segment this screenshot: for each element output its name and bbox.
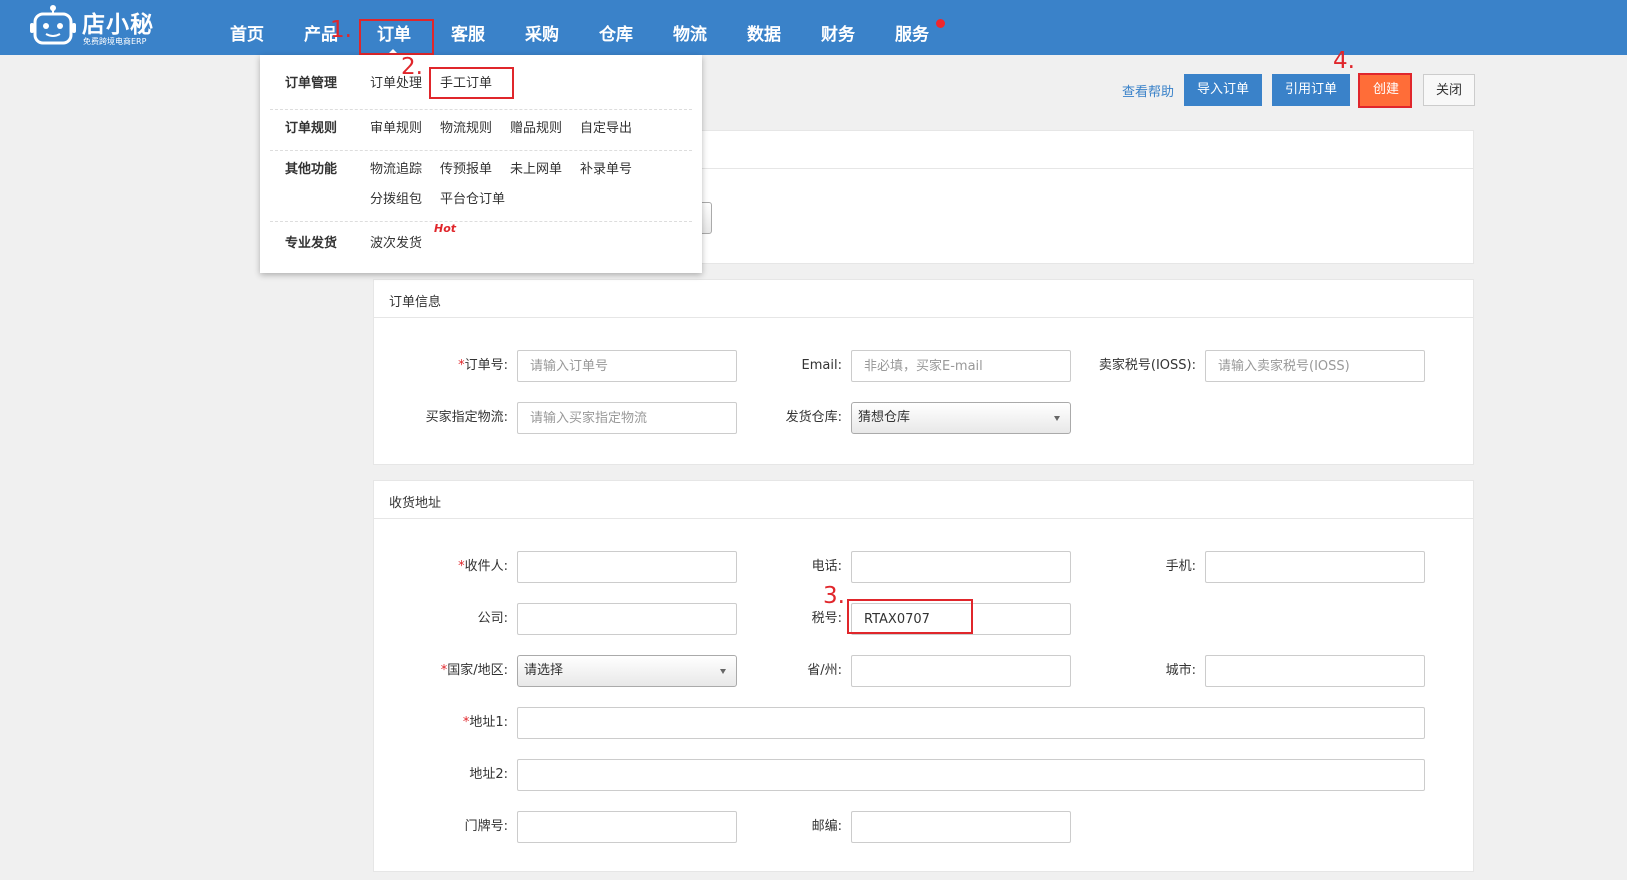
quote-order-button[interactable]: 引用订单	[1272, 74, 1350, 106]
close-button[interactable]: 关闭	[1423, 74, 1475, 106]
dropdown-link-gift-rules[interactable]: 赠品规则	[510, 117, 562, 136]
nav-customer-service[interactable]: 客服	[450, 0, 486, 55]
import-order-button[interactable]: 导入订单	[1184, 74, 1262, 106]
country-label-text: 国家/地区:	[447, 663, 508, 678]
house-number-label: 门牌号:	[464, 819, 508, 834]
ioss-input[interactable]	[1205, 350, 1425, 382]
recipient-input[interactable]	[517, 551, 737, 583]
dropdown-link-pre-report[interactable]: 传预报单	[440, 158, 492, 177]
address1-label-text: 地址1:	[469, 715, 508, 730]
address1-label: *地址1:	[374, 707, 508, 739]
nav-data[interactable]: 数据	[746, 0, 782, 55]
top-nav-bar: 店小秘 免费跨境电商ERP 首页 产品 订单 客服 采购 仓库 物流 数据 财务…	[0, 0, 1627, 55]
dropdown-arrow-icon	[1054, 416, 1060, 421]
order-number-label: *订单号:	[374, 350, 508, 382]
dropdown-link-custom-export[interactable]: 自定导出	[580, 117, 632, 136]
dropdown-group-pro-shipping: 专业发货 波次发货 Hot	[270, 222, 692, 262]
dropdown-divider	[270, 109, 692, 110]
order-number-input[interactable]	[517, 350, 737, 382]
dropdown-group-label: 订单管理	[285, 76, 338, 91]
mobile-label: 手机:	[1165, 559, 1196, 574]
annotation-number-3: 3.	[823, 583, 845, 609]
nav-home[interactable]: 首页	[229, 0, 265, 55]
phone-label: 电话:	[811, 559, 842, 574]
phone-input[interactable]	[851, 551, 1071, 583]
country-label: *国家/地区:	[374, 655, 508, 687]
annotation-box-orders	[359, 19, 434, 55]
buyer-logistics-label: 买家指定物流:	[425, 410, 508, 425]
order-info-panel: 订单信息 *订单号: Email: 卖家税号(IOSS): 买家指定物流: 发货…	[373, 279, 1474, 465]
house-number-input[interactable]	[517, 811, 737, 843]
dropdown-link-wave-shipping[interactable]: 波次发货	[370, 232, 422, 251]
dropdown-group-order-rules: 订单规则 审单规则 物流规则 赠品规则 自定导出	[270, 117, 692, 147]
panel-header: 订单信息	[374, 280, 1473, 318]
address2-input[interactable]	[517, 759, 1425, 791]
address1-input[interactable]	[517, 707, 1425, 739]
city-input[interactable]	[1205, 655, 1425, 687]
dropdown-link-review-rules[interactable]: 审单规则	[370, 117, 422, 136]
annotation-number-1: 1.	[330, 17, 352, 43]
hot-badge: Hot	[434, 222, 457, 235]
dropdown-group-label: 订单规则	[285, 121, 338, 136]
warehouse-select-value: 猜想仓库	[858, 410, 911, 425]
address2-label: 地址2:	[469, 767, 508, 782]
mobile-input[interactable]	[1205, 551, 1425, 583]
email-input[interactable]	[851, 350, 1071, 382]
notification-dot	[936, 19, 945, 28]
dropdown-arrow-icon	[720, 669, 726, 674]
buyer-logistics-input[interactable]	[517, 402, 737, 434]
annotation-box-tax-number	[847, 599, 973, 634]
brand-name: 店小秘	[82, 12, 154, 38]
dropdown-link-logistics-rules[interactable]: 物流规则	[440, 117, 492, 136]
help-link[interactable]: 查看帮助	[1122, 81, 1174, 100]
panel-header: 收货地址	[374, 481, 1473, 519]
nav-warehouse[interactable]: 仓库	[598, 0, 634, 55]
dropdown-link-tracking[interactable]: 物流追踪	[370, 158, 422, 177]
dropdown-divider	[270, 221, 692, 222]
annotation-box-manual-order	[429, 67, 514, 99]
warehouse-select[interactable]: 猜想仓库	[851, 402, 1071, 434]
nav-purchasing[interactable]: 采购	[524, 0, 560, 55]
dropdown-group-other-functions: 其他功能 物流追踪 传预报单 未上网单 补录单号 分拨组包 平台仓订单	[270, 158, 692, 218]
company-input[interactable]	[517, 603, 737, 635]
email-label: Email:	[801, 358, 842, 373]
province-input[interactable]	[851, 655, 1071, 687]
order-number-label-text: 订单号:	[464, 358, 508, 373]
province-label: 省/州:	[807, 663, 842, 678]
shipping-address-panel: 收货地址 *收件人: 电话: 手机: 公司: 税号: *国家/地区: 请选择 省…	[373, 480, 1474, 872]
annotation-number-2: 2.	[401, 54, 423, 80]
dropdown-link-supplement-number[interactable]: 补录单号	[580, 158, 632, 177]
postcode-input[interactable]	[851, 811, 1071, 843]
company-label: 公司:	[477, 611, 508, 626]
dropdown-group-label: 其他功能	[285, 162, 338, 177]
dropdown-divider	[270, 150, 692, 151]
warehouse-label: 发货仓库:	[785, 410, 842, 425]
country-select[interactable]: 请选择	[517, 655, 737, 687]
ioss-label: 卖家税号(IOSS):	[1098, 358, 1196, 373]
postcode-label: 邮编:	[811, 819, 842, 834]
country-select-value: 请选择	[524, 663, 564, 678]
shipping-address-title: 收货地址	[389, 496, 442, 511]
dropdown-link-not-online[interactable]: 未上网单	[510, 158, 562, 177]
order-info-title: 订单信息	[389, 295, 442, 310]
brand-tagline: 免费跨境电商ERP	[83, 37, 147, 46]
dropdown-group-label: 专业发货	[285, 236, 338, 251]
city-label: 城市:	[1165, 663, 1196, 678]
nav-logistics[interactable]: 物流	[672, 0, 708, 55]
dropdown-link-allocation-packing[interactable]: 分拨组包	[370, 188, 422, 207]
annotation-number-4: 4.	[1333, 48, 1355, 74]
robot-logo-icon	[30, 5, 76, 45]
recipient-label-text: 收件人:	[464, 559, 508, 574]
nav-services[interactable]: 服务	[894, 0, 930, 55]
recipient-label: *收件人:	[374, 551, 508, 583]
nav-finance[interactable]: 财务	[820, 0, 856, 55]
brand-logo[interactable]: 店小秘 免费跨境电商ERP	[30, 3, 160, 49]
annotation-box-create	[1358, 73, 1412, 108]
dropdown-link-platform-warehouse-order[interactable]: 平台仓订单	[440, 188, 505, 207]
